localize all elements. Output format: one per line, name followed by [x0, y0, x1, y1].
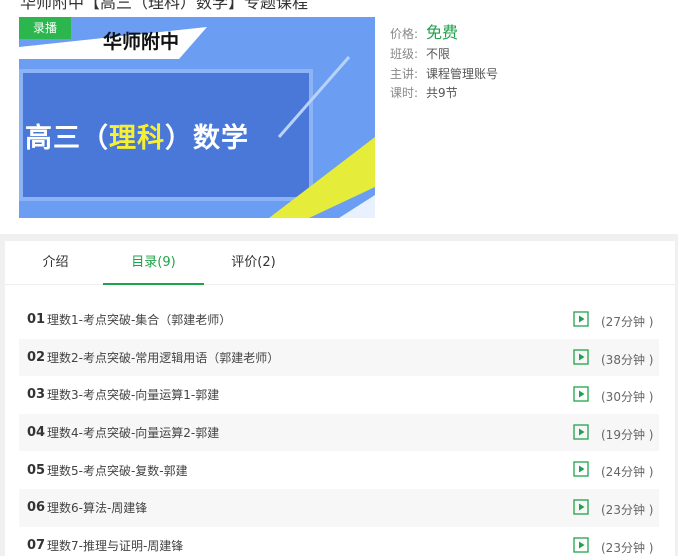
- class-label: 班级:: [390, 47, 419, 61]
- hours-label: 课时:: [390, 86, 419, 100]
- lesson-duration: (23分钟 ): [601, 502, 654, 517]
- lesson-duration: (19分钟 ): [601, 427, 654, 442]
- lesson-title[interactable]: 理数4-考点突破-向量运算2-郭建: [47, 424, 219, 441]
- tab-catalog[interactable]: 目录(9): [103, 241, 204, 285]
- lesson-row[interactable]: 07 理数7-推理与证明-周建锋 (23分钟 ): [19, 527, 659, 556]
- play-icon[interactable]: [573, 348, 589, 365]
- play-icon[interactable]: [573, 499, 589, 515]
- course-cover-image[interactable]: 录播 华师附中 高三（理科）数学: [19, 17, 375, 218]
- recorded-badge: 录播: [19, 17, 71, 39]
- lesson-number: 03: [27, 387, 46, 403]
- lesson-row[interactable]: 04 理数4-考点突破-向量运算2-郭建 (19分钟 ): [19, 413, 659, 452]
- course-title: 华师附中【高三（理科）数学】专题课程: [20, 0, 309, 12]
- lesson-number: 06: [27, 500, 46, 516]
- lesson-title[interactable]: 理数6-算法-周建锋: [47, 499, 147, 516]
- course-header-card: 华师附中【高三（理科）数学】专题课程 录播 华师附中 高三（理科）数学 价格: 免…: [0, 0, 678, 234]
- lesson-number: 04: [27, 425, 46, 441]
- price-row: 价格: 免费: [390, 19, 458, 43]
- play-icon[interactable]: [573, 536, 589, 553]
- lesson-duration: (27分钟 ): [601, 315, 654, 329]
- lesson-row[interactable]: 02 理数2-考点突破-常用逻辑用语（郭建老师） (38分钟 ): [19, 338, 659, 377]
- lesson-row[interactable]: 03 理数3-考点突破-向量运算1-郭建 (30分钟 ): [19, 376, 659, 414]
- class-row: 班级: 不限: [390, 45, 450, 62]
- tab-bar: 介绍 目录(9) 评价(2): [5, 241, 675, 285]
- cover-headline-highlight: 理科: [109, 123, 165, 154]
- lesson-duration: (30分钟 ): [601, 390, 654, 405]
- lesson-list: 01 理数1-考点突破-集合（郭建老师） (27分钟 ) 02 理数2-考点突破…: [19, 301, 659, 556]
- speaker-row: 主讲: 课程管理账号: [390, 65, 498, 82]
- speaker-label: 主讲:: [390, 67, 419, 81]
- lesson-row[interactable]: 05 理数5-考点突破-复数-郭建 (24分钟 ): [19, 451, 659, 489]
- tab-intro[interactable]: 介绍: [5, 241, 106, 285]
- lesson-title[interactable]: 理数7-推理与证明-周建锋: [47, 537, 183, 554]
- tab-reviews[interactable]: 评价(2): [203, 241, 304, 285]
- price-label: 价格:: [390, 27, 419, 41]
- play-icon[interactable]: [573, 424, 589, 440]
- lesson-duration: (24分钟 ): [601, 465, 654, 480]
- hours-row: 课时: 共9节: [390, 84, 458, 101]
- cover-headline-post: ）数学: [165, 123, 249, 154]
- lesson-number: 01: [27, 312, 46, 328]
- lesson-duration: (23分钟 ): [601, 540, 654, 555]
- lesson-row[interactable]: 01 理数1-考点突破-集合（郭建老师） (27分钟 ): [19, 301, 659, 339]
- class-value: 不限: [426, 47, 451, 61]
- lesson-number: 05: [27, 462, 46, 478]
- hours-value: 共9节: [426, 86, 458, 100]
- course-content-card: 介绍 目录(9) 评价(2) 01 理数1-考点突破-集合（郭建老师） (27分…: [5, 241, 675, 556]
- cover-headline: 高三（理科）数学: [25, 116, 249, 155]
- lesson-title[interactable]: 理数5-考点突破-复数-郭建: [47, 462, 188, 479]
- lesson-number: 07: [27, 537, 46, 553]
- cover-headline-pre: 高三（: [25, 123, 109, 154]
- cover-school-name: 华师附中: [103, 31, 180, 53]
- play-icon[interactable]: [573, 461, 589, 478]
- lesson-title[interactable]: 理数1-考点突破-集合（郭建老师）: [47, 311, 231, 328]
- lesson-duration: (38分钟 ): [601, 352, 654, 367]
- play-icon[interactable]: [573, 386, 589, 402]
- lesson-title[interactable]: 理数2-考点突破-常用逻辑用语（郭建老师）: [47, 349, 279, 366]
- play-icon[interactable]: [573, 311, 589, 327]
- lesson-row[interactable]: 06 理数6-算法-周建锋 (23分钟 ): [19, 488, 659, 527]
- speaker-value: 课程管理账号: [426, 67, 499, 81]
- price-value: 免费: [426, 23, 459, 42]
- lesson-number: 02: [27, 349, 46, 365]
- lesson-title[interactable]: 理数3-考点突破-向量运算1-郭建: [47, 386, 219, 403]
